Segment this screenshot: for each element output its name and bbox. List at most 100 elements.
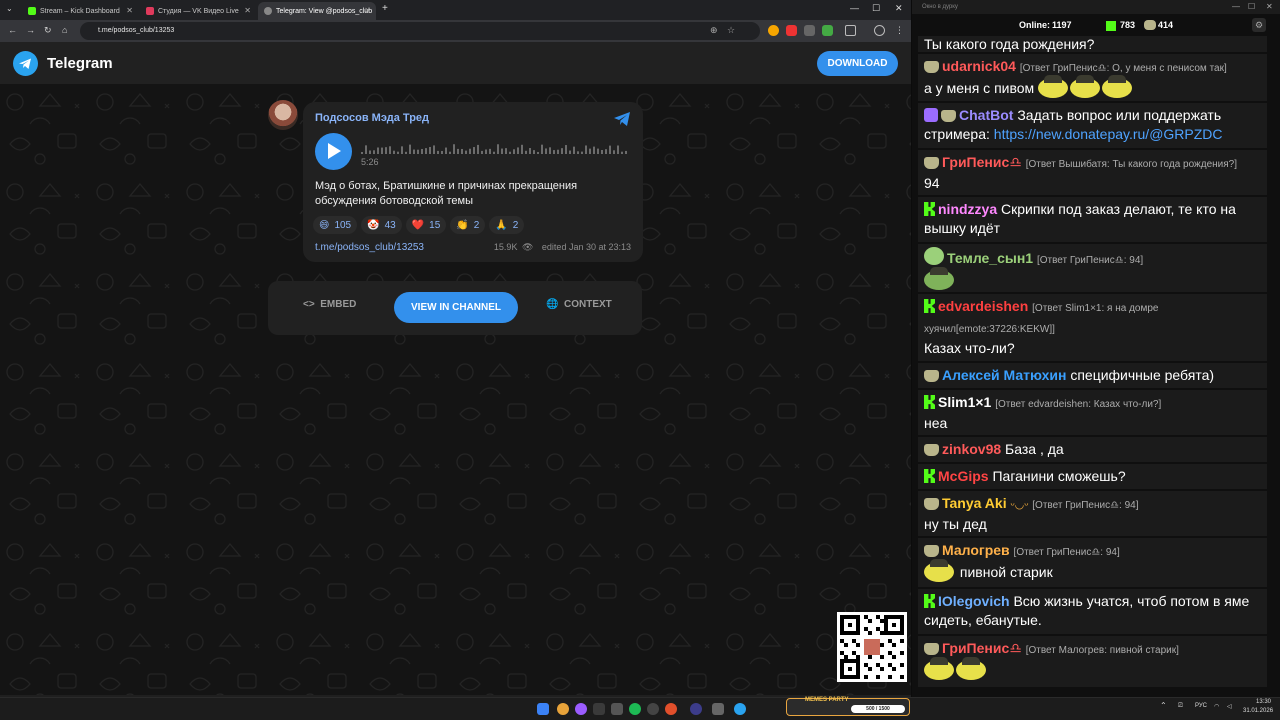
play-button[interactable] (315, 133, 352, 170)
donate-link[interactable]: https://new.donatepay.ru/@GRPZDC (994, 126, 1223, 142)
back-icon[interactable]: ← (8, 25, 17, 35)
extension-icon[interactable] (768, 25, 779, 36)
hat-badge-icon (924, 370, 939, 382)
chat-username[interactable]: ГриПенис♎ (942, 154, 1022, 170)
close-tab-icon[interactable]: ✕ (126, 6, 133, 15)
chat-message: ГриПенис♎ [Ответ Малогрев: пивной старик… (918, 636, 1267, 688)
voice-waveform[interactable] (361, 142, 631, 154)
reply-context: [Ответ ГриПенис♎: 94] (1036, 255, 1144, 266)
message-text: пивной старик (959, 564, 1053, 580)
post-link[interactable]: t.me/podsos_club/13253 (315, 242, 424, 253)
view-in-channel-button[interactable]: VIEW IN CHANNEL (394, 292, 518, 323)
tray-lang[interactable]: РУС (1195, 703, 1207, 709)
message-text: ну ты дед (924, 516, 987, 532)
tab-kick-dashboard[interactable]: Stream – Kick Dashboard ✕ (22, 2, 138, 20)
wifi-icon[interactable]: ◠ (1214, 703, 1219, 710)
chat-username[interactable]: ChatBot (959, 107, 1013, 123)
chat-username[interactable]: Tanya Aki (942, 495, 1007, 511)
chat-message: Tanya Aki ᵕ◡ᵕ [Ответ ГриПенис♎: 94] ну т… (918, 491, 1267, 537)
hat-icon (1144, 20, 1156, 30)
reaction-clown[interactable]: 🤡 43 (361, 216, 402, 234)
app-icon[interactable] (647, 703, 659, 715)
reaction-clap[interactable]: 👏 2 (450, 216, 486, 234)
chat-username[interactable]: Slim1×1 (938, 394, 991, 410)
embed-button[interactable]: <> EMBED (303, 299, 356, 310)
telegram-plane-icon[interactable] (613, 111, 631, 127)
reply-context: [Ответ edvardeishen: Казах что-ли?] (995, 399, 1162, 410)
channel-name[interactable]: Подсосов Мэда Тред (315, 112, 429, 124)
clown-emoji-icon: 🤡 (367, 219, 380, 231)
glasses-emote-icon: ᵕ◡ᵕ (1010, 499, 1029, 511)
chat-username[interactable]: IOlegovich (938, 593, 1010, 609)
reload-icon[interactable]: ↻ (44, 25, 52, 36)
minimize-icon[interactable]: — (1232, 0, 1240, 14)
extension-icon[interactable] (804, 25, 815, 36)
menu-icon[interactable]: ⋮ (895, 25, 904, 36)
tab-telegram[interactable]: Telegram: View @podsos_club ✕ (258, 2, 376, 20)
chrome-icon[interactable] (557, 703, 569, 715)
chat-username[interactable]: Алексей Матюхин (942, 367, 1066, 383)
sidepanel-icon[interactable] (845, 25, 856, 36)
tab-vk-studio[interactable]: Студия — VK Видео Live ✕ (140, 2, 256, 20)
minimize-icon[interactable]: — (850, 3, 859, 13)
app-icon[interactable] (665, 703, 677, 715)
spotify-icon[interactable] (629, 703, 641, 715)
tray-icon[interactable]: ⎚ (1178, 703, 1183, 710)
download-button[interactable]: DOWNLOAD (817, 51, 898, 76)
new-tab-button[interactable]: + (382, 3, 388, 14)
zoom-icon[interactable]: ⊕ (710, 25, 718, 36)
chat-username[interactable]: ГриПенис♎ (942, 640, 1022, 656)
context-button[interactable]: 🌐 CONTEXT (546, 299, 612, 310)
tab-search-icon[interactable]: ⌄ (6, 4, 13, 13)
reaction-heart[interactable]: ❤️ 15 (405, 216, 447, 234)
chat-message: nindzzya Скрипки под заказ делают, те кт… (918, 197, 1267, 243)
close-window-icon[interactable]: ✕ (1266, 0, 1273, 14)
close-window-icon[interactable]: ✕ (895, 3, 903, 14)
reaction-count: 105 (334, 219, 352, 231)
extension-icon[interactable] (822, 25, 833, 36)
chat-username[interactable]: Темле_сын1 (947, 250, 1033, 266)
close-tab-icon[interactable]: ✕ (364, 6, 371, 15)
home-icon[interactable]: ⌂ (62, 25, 67, 35)
maximize-icon[interactable]: ☐ (872, 3, 880, 14)
forward-icon[interactable]: → (26, 25, 35, 35)
bookmark-star-icon[interactable]: ☆ (727, 25, 735, 36)
steam-icon[interactable] (593, 703, 605, 715)
app-icon[interactable] (575, 703, 587, 715)
clock-time[interactable]: 13:30 (1256, 699, 1271, 705)
tray-chevron-icon[interactable]: ⌃ (1160, 701, 1167, 710)
chat-username[interactable]: edvardeishen (938, 298, 1028, 314)
start-windows-icon[interactable] (537, 703, 549, 715)
reaction-pray[interactable]: 🙏 2 (489, 216, 525, 234)
app-icon[interactable] (712, 703, 724, 715)
chat-username[interactable]: McGips (938, 468, 989, 484)
chat-username[interactable]: udarnick04 (942, 58, 1016, 74)
channel-avatar[interactable] (268, 100, 298, 130)
play-icon (328, 143, 341, 159)
telegram-logo-icon (13, 51, 38, 76)
url-text: t.me/podsos_club/13253 (98, 27, 175, 34)
app-icon[interactable] (611, 703, 623, 715)
tab-label: Telegram: View @podsos_club (276, 7, 373, 15)
volume-icon[interactable]: ◁ (1227, 703, 1232, 710)
extension-icon[interactable] (786, 25, 797, 36)
kick-badge-icon (924, 395, 935, 409)
maximize-icon[interactable]: ☐ (1248, 0, 1255, 14)
url-field[interactable]: t.me/podsos_club/13253 (80, 22, 760, 40)
other-viewer-count: 414 (1158, 20, 1174, 30)
settings-gear-icon[interactable]: ⚙ (1252, 18, 1266, 32)
chat-username[interactable]: zinkov98 (942, 441, 1001, 457)
hat-badge-icon (924, 61, 939, 73)
chat-username[interactable]: Малогрев (942, 542, 1010, 558)
chat-username[interactable]: nindzzya (938, 201, 997, 217)
close-tab-icon[interactable]: ✕ (244, 6, 251, 15)
profile-icon[interactable] (874, 25, 885, 36)
app-icon[interactable] (690, 703, 702, 715)
meme-party-widget[interactable]: MEMES PARTY 500 / 1500 (786, 697, 910, 716)
chat-message: Алексей Матюхин специфичные ребята) (918, 363, 1267, 389)
reaction-laugh[interactable]: 😄 105 (313, 216, 358, 234)
globe-icon: 🌐 (546, 299, 559, 310)
clock-date[interactable]: 31.01.2026 (1243, 708, 1273, 714)
reply-context: [Ответ ГриПенис♎: 94] (1013, 547, 1120, 558)
telegram-taskbar-icon[interactable] (734, 703, 746, 715)
